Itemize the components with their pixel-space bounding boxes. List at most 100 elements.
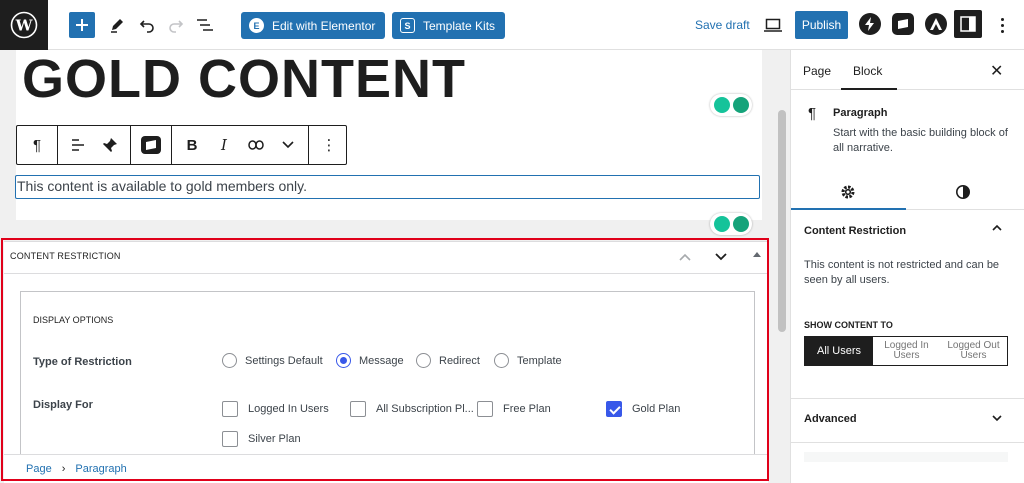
advanced-panel-title[interactable]: Advanced (804, 413, 857, 425)
paragraph-type-button[interactable]: ¶ (21, 126, 53, 164)
template-kits-label: Template Kits (423, 18, 496, 33)
radio-settings-default[interactable]: Settings Default (222, 353, 323, 368)
bulb-icon (713, 216, 730, 232)
display-options-panel: DISPLAY OPTIONS Type of Restriction Sett… (20, 291, 755, 471)
radio-template[interactable]: Template (494, 353, 562, 368)
block-inserter-button[interactable] (69, 12, 95, 38)
breadcrumb-page[interactable]: Page (26, 463, 52, 475)
settings-subtab[interactable] (840, 184, 856, 200)
tab-block[interactable]: Block (853, 64, 882, 78)
checkbox-checked-icon (606, 401, 622, 417)
plugin-lightning-button[interactable] (859, 13, 881, 35)
wordpress-logo-icon: W (10, 11, 38, 39)
heading-block[interactable]: GOLD CONTENT (22, 52, 466, 106)
close-sidebar-button[interactable]: ✕ (990, 61, 1003, 81)
align-left-icon (72, 139, 84, 151)
preview-button[interactable] (761, 13, 785, 37)
link-button[interactable] (240, 126, 272, 164)
bold-icon: B (186, 136, 198, 154)
divider (791, 398, 1024, 399)
contrast-icon (956, 185, 970, 199)
block-options-button[interactable]: ⋮ (313, 126, 345, 164)
segment-all-users[interactable]: All Users (805, 337, 873, 365)
redo-button[interactable] (164, 13, 188, 37)
checkbox-icon (222, 401, 238, 417)
link-icon (248, 140, 264, 150)
undo-button[interactable] (135, 13, 159, 37)
pin-button[interactable] (94, 126, 126, 164)
content-restriction-toggle[interactable] (991, 221, 1003, 239)
bulb-icon (713, 97, 730, 113)
breadcrumb-separator-icon: › (61, 463, 66, 475)
checkbox-gold-plan[interactable]: Gold Plan (606, 401, 680, 417)
move-down-button[interactable] (712, 248, 730, 266)
editor-scroll-thumb[interactable] (778, 110, 786, 332)
grammarly-widget[interactable] (710, 94, 752, 116)
italic-icon: I (221, 136, 227, 154)
chevron-up-icon (992, 224, 1002, 231)
tools-button[interactable] (105, 13, 129, 37)
checkbox-icon (350, 401, 366, 417)
document-overview-button[interactable] (193, 13, 217, 37)
template-kits-button[interactable]: S Template Kits (392, 12, 506, 39)
gear-icon (841, 185, 855, 199)
redo-icon (169, 20, 184, 33)
vertical-dots-icon: ⋮ (321, 137, 337, 154)
wordpress-logo-button[interactable]: W (0, 0, 48, 50)
active-tab-indicator (841, 88, 897, 90)
metabox-header[interactable]: CONTENT RESTRICTION (4, 242, 768, 274)
elementor-icon: E (249, 18, 264, 33)
radio-selected-icon (336, 353, 351, 368)
publish-button[interactable]: Publish (795, 11, 848, 39)
align-button[interactable] (62, 126, 94, 164)
metabox-title: CONTENT RESTRICTION (10, 251, 121, 261)
undo-icon (139, 20, 154, 33)
advanced-toggle[interactable] (991, 411, 1003, 429)
block-card-description: Start with the basic building block of a… (833, 127, 1008, 154)
breadcrumb-paragraph[interactable]: Paragraph (75, 463, 126, 475)
tab-page[interactable]: Page (803, 64, 831, 78)
type-of-restriction-label: Type of Restriction (33, 356, 132, 368)
block-card-title: Paragraph (833, 107, 888, 119)
astra-icon (930, 18, 942, 30)
collapse-toggle-icon[interactable] (753, 252, 761, 257)
edit-with-elementor-button[interactable]: E Edit with Elementor (241, 12, 386, 39)
options-menu-button[interactable] (996, 13, 1008, 37)
restriction-button[interactable] (135, 126, 167, 164)
segment-logged-out-users[interactable]: Logged Out Users (940, 337, 1007, 365)
grammarly-widget-2[interactable] (710, 213, 752, 235)
styles-subtab[interactable] (955, 184, 971, 200)
block-settings-subtabs (791, 176, 1024, 210)
checkbox-free-plan[interactable]: Free Plan (477, 401, 551, 417)
settings-sidebar-toggle[interactable] (954, 10, 982, 38)
sidebar-tabs: Page Block ✕ (791, 50, 1024, 90)
plus-icon (76, 19, 88, 31)
checkbox-logged-in-users[interactable]: Logged In Users (222, 401, 329, 417)
italic-button[interactable]: I (208, 126, 240, 164)
show-content-to-segmented-control: All Users Logged In Users Logged Out Use… (804, 336, 1008, 366)
show-content-to-label: SHOW CONTENT TO (804, 320, 893, 330)
segment-logged-in-users[interactable]: Logged In Users (873, 337, 940, 365)
checkbox-all-subscription-plans[interactable]: All Subscription Pl... (350, 401, 474, 417)
content-restriction-description: This content is not restricted and can b… (804, 259, 1000, 286)
edit-with-elementor-label: Edit with Elementor (272, 18, 376, 33)
paragraph-block[interactable]: This content is available to gold member… (15, 175, 760, 199)
block-toolbar: ¶ B I ⋮ (16, 125, 347, 165)
move-up-button[interactable] (676, 248, 694, 266)
save-draft-button[interactable]: Save draft (695, 18, 750, 32)
radio-redirect[interactable]: Redirect (416, 353, 480, 368)
bold-button[interactable]: B (176, 126, 208, 164)
plugin-cloud-button[interactable] (892, 13, 914, 35)
more-formats-button[interactable] (272, 126, 304, 164)
radio-message[interactable]: Message (336, 353, 404, 368)
checkbox-silver-plan[interactable]: Silver Plan (222, 431, 301, 447)
radio-icon (416, 353, 431, 368)
checkbox-icon (477, 401, 493, 417)
editor-canvas: GOLD CONTENT ¶ B I ⋮ This content is ava… (15, 50, 762, 235)
sidebar-panel-icon (960, 16, 976, 32)
plugin-astra-button[interactable] (925, 13, 947, 35)
block-breadcrumb: Page › Paragraph (4, 454, 768, 483)
pilcrow-icon: ¶ (808, 105, 817, 122)
pilcrow-icon: ¶ (32, 136, 42, 154)
content-restriction-panel-title[interactable]: Content Restriction (804, 225, 906, 237)
